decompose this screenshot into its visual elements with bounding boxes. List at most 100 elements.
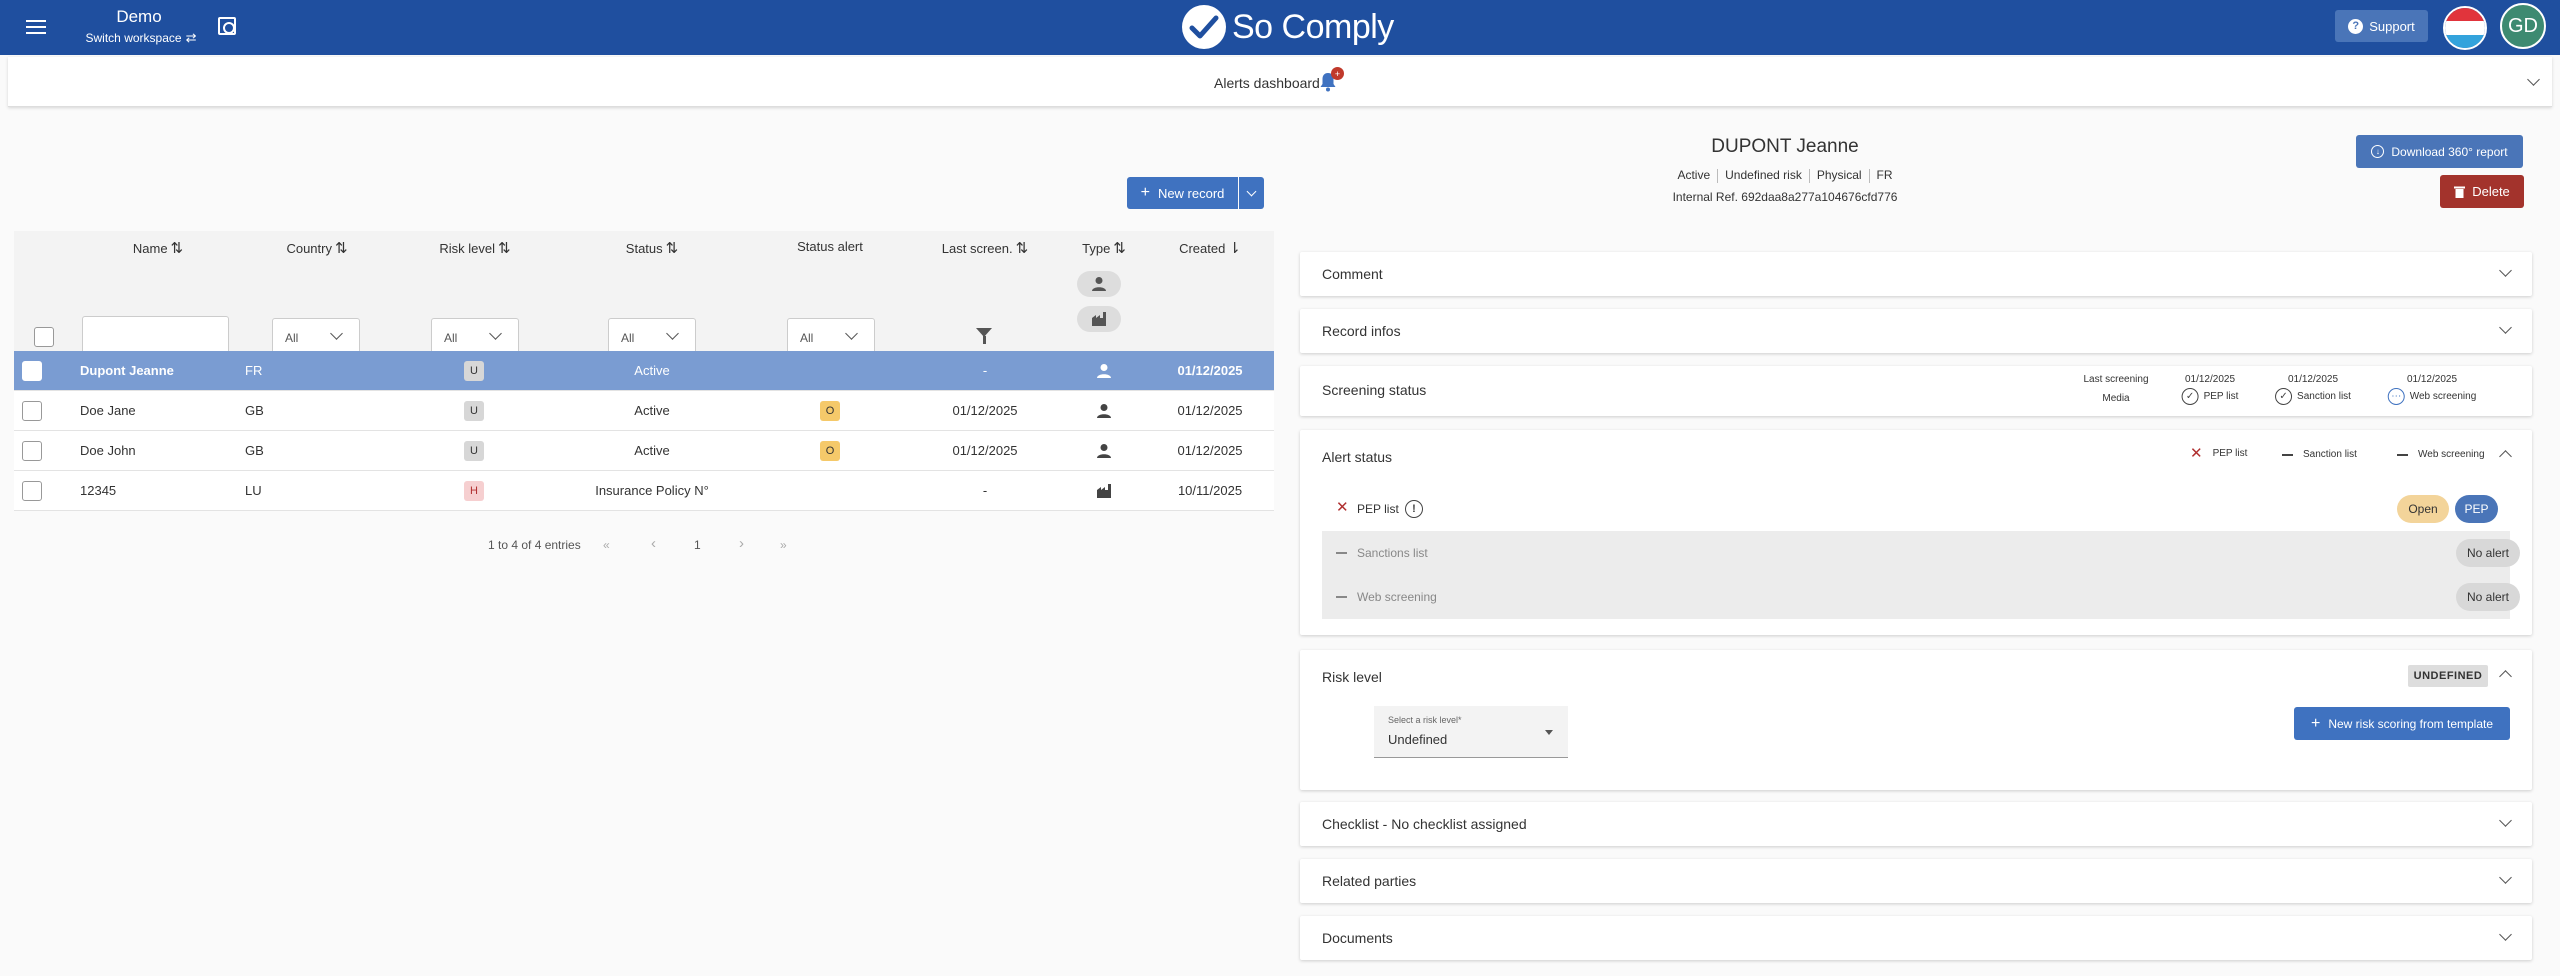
screening-status-panel[interactable]: Screening status Last screening Media 01…	[1300, 366, 2532, 416]
avatar[interactable]: GD	[2500, 3, 2546, 49]
cell-last-screen: 01/12/2025	[952, 443, 1018, 458]
table-row[interactable]: Dupont Jeanne FR U Active - 01/12/2025	[14, 351, 1274, 391]
chevron-up-icon[interactable]	[2499, 450, 2512, 463]
row-checkbox[interactable]	[22, 401, 42, 421]
column-label: Risk level	[439, 241, 496, 256]
dropdown-arrow-icon	[1545, 730, 1553, 735]
alert-row-sanctions[interactable]: Sanctions list No alert	[1322, 531, 2520, 575]
alert-summary-label: Sanction list	[2303, 449, 2357, 460]
table-row[interactable]: Doe John GB U Active O 01/12/2025 01/12/…	[14, 431, 1274, 471]
new-record-button[interactable]: + New record	[1127, 177, 1238, 209]
sort-icon[interactable]: ⇅	[171, 240, 184, 257]
related-parties-panel[interactable]: Related parties	[1300, 859, 2532, 903]
alert-row-pep[interactable]: ✕ PEP list ! Open PEP	[1322, 487, 2510, 531]
download-report-button[interactable]: ↓ Download 360° report	[2356, 135, 2523, 168]
menu-icon[interactable]	[24, 16, 48, 38]
sort-icon[interactable]: ⇅	[666, 240, 679, 257]
no-alert-pill: No alert	[2456, 583, 2520, 611]
switch-workspace-link[interactable]: Switch workspace ⇄	[80, 30, 202, 46]
row-checkbox[interactable]	[22, 361, 42, 381]
cell-created: 01/12/2025	[1177, 403, 1243, 418]
person-icon	[1097, 364, 1111, 378]
close-icon: ✕	[2190, 445, 2203, 462]
cell-status: Active	[634, 403, 670, 418]
swap-arrows-icon: ⇄	[185, 30, 197, 45]
column-header-country[interactable]: Country ⇅	[286, 239, 347, 257]
panel-title: Alert status	[1322, 449, 1393, 465]
chevron-down-icon	[330, 327, 343, 340]
record-infos-panel[interactable]: Record infos	[1300, 309, 2532, 353]
alerts-dashboard-bar[interactable]: Alerts dashboard +	[8, 57, 2552, 107]
sanction-screening-date: 01/12/2025	[2287, 374, 2339, 385]
chevron-down-icon[interactable]	[2499, 321, 2512, 334]
column-header-name[interactable]: Name ⇅	[133, 239, 183, 257]
new-record-dropdown-button[interactable]	[1239, 177, 1264, 209]
sort-desc-icon[interactable]: ⇂	[1228, 240, 1241, 257]
last-page-icon[interactable]: »	[780, 538, 787, 552]
documents-panel[interactable]: Documents	[1300, 916, 2532, 960]
first-page-icon[interactable]: «	[603, 538, 610, 552]
cell-created: 01/12/2025	[1177, 363, 1243, 378]
chevron-up-icon[interactable]	[2499, 670, 2512, 683]
alert-row-web[interactable]: Web screening No alert	[1322, 575, 2520, 619]
filter-funnel-icon[interactable]	[976, 328, 992, 344]
column-header-risk-level[interactable]: Risk level ⇅	[439, 239, 510, 257]
prev-page-icon[interactable]: ‹	[651, 535, 656, 552]
plus-icon: +	[2310, 714, 2321, 732]
chevron-down-icon[interactable]	[2499, 264, 2512, 277]
risk-badge: H	[464, 481, 484, 501]
dash-icon	[2397, 453, 2408, 456]
chevron-down-icon	[666, 327, 679, 340]
column-header-type[interactable]: Type ⇅	[1082, 239, 1126, 257]
page-number[interactable]: 1	[694, 538, 701, 552]
row-checkbox[interactable]	[22, 441, 42, 461]
new-risk-scoring-label: New risk scoring from template	[2328, 716, 2494, 731]
open-status-pill[interactable]: Open	[2397, 495, 2449, 523]
checklist-panel[interactable]: Checklist - No checklist assigned	[1300, 802, 2532, 846]
table-row[interactable]: 12345 LU H Insurance Policy N° - 10/11/2…	[14, 471, 1274, 511]
risk-badge: U	[464, 401, 484, 421]
delete-button[interactable]: Delete	[2440, 175, 2524, 208]
table-row[interactable]: Doe Jane GB U Active O 01/12/2025 01/12/…	[14, 391, 1274, 431]
alert-summary-label: PEP list	[2212, 448, 2248, 459]
column-header-created[interactable]: Created ⇂	[1179, 239, 1241, 257]
chevron-down-icon[interactable]	[2499, 871, 2512, 884]
column-header-status[interactable]: Status ⇅	[626, 239, 678, 257]
name-filter-input[interactable]	[82, 316, 229, 356]
next-page-icon[interactable]: ›	[739, 535, 744, 552]
row-checkbox[interactable]	[22, 481, 42, 501]
risk-badge: U	[464, 441, 484, 461]
pagination: 1 to 4 of 4 entries « ‹ 1 › »	[14, 530, 1274, 560]
cell-status: Insurance Policy N°	[595, 483, 709, 498]
pending-circle-icon: ⋯	[2387, 388, 2405, 405]
sort-icon[interactable]: ⇅	[498, 240, 511, 257]
language-flag-icon[interactable]	[2443, 6, 2487, 50]
chevron-down-icon[interactable]	[2527, 73, 2540, 86]
sort-icon[interactable]: ⇅	[1016, 240, 1029, 257]
logo-text: So Comply	[1232, 7, 1394, 46]
new-record-label: New record	[1157, 185, 1225, 201]
workspace-settings-icon[interactable]	[218, 17, 236, 35]
type-filter-company-chip[interactable]	[1077, 306, 1121, 332]
pep-tag-pill[interactable]: PEP	[2455, 495, 2498, 523]
new-risk-scoring-button[interactable]: + New risk scoring from template	[2294, 707, 2510, 740]
cell-status: Active	[634, 363, 670, 378]
sort-icon[interactable]: ⇅	[1113, 240, 1126, 257]
type-filter-person-chip[interactable]	[1077, 271, 1121, 297]
no-alert-pill: No alert	[2456, 539, 2520, 567]
select-value: All	[800, 331, 814, 345]
column-header-last-screen[interactable]: Last screen. ⇅	[942, 239, 1028, 257]
last-screening-label: Last screening	[2083, 374, 2149, 385]
chevron-down-icon[interactable]	[2499, 928, 2512, 941]
sort-icon[interactable]: ⇅	[335, 240, 348, 257]
chevron-down-icon[interactable]	[2499, 814, 2512, 827]
panel-title: Documents	[1322, 930, 1393, 946]
comment-panel[interactable]: Comment	[1300, 252, 2532, 296]
column-label: Status	[625, 241, 663, 256]
risk-level-select[interactable]: Select a risk level* Undefined	[1374, 706, 1568, 758]
support-button[interactable]: ? Support	[2335, 10, 2428, 42]
select-all-checkbox[interactable]	[34, 327, 54, 347]
cell-name: Dupont Jeanne	[80, 363, 174, 378]
info-icon[interactable]: !	[1405, 500, 1423, 518]
factory-icon	[1097, 484, 1111, 498]
